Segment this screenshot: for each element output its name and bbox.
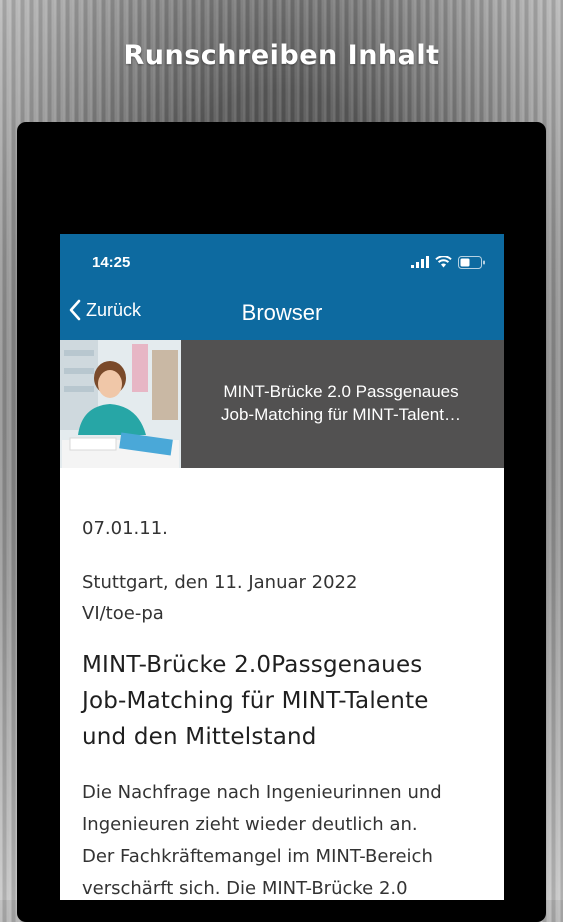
body-line: verschärft sich. Die MINT-Brücke 2.0 — [82, 878, 408, 899]
navigation-bar: Zurück Browser — [60, 284, 504, 340]
body-line: Die Nachfrage nach Ingenieurinnen und — [82, 782, 442, 803]
heading-line: MINT-Brücke 2.0Passgenaues — [82, 652, 423, 678]
article-thumbnail — [60, 340, 181, 468]
place-date: Stuttgart, den 11. Januar 2022 — [82, 572, 358, 593]
article-body: Die Nachfrage nach Ingenieurinnen und In… — [82, 777, 492, 900]
article-date: 07.01.11. — [82, 518, 168, 539]
signal-icon — [411, 256, 429, 268]
article-heading: MINT-Brücke 2.0Passgenaues Job-Matching … — [82, 647, 492, 755]
article-header-title: MINT-Brücke 2.0 Passgenaues Job-Matching… — [188, 380, 494, 426]
heading-line: und den Mittelstand — [82, 724, 317, 750]
heading-line: Job-Matching für MINT-Talente — [82, 688, 429, 714]
article-meta: Stuttgart, den 11. Januar 2022 VI/toe-pa — [82, 567, 492, 629]
battery-icon — [458, 255, 485, 269]
wifi-icon — [435, 256, 452, 268]
banner-title: Runschreiben Inhalt — [123, 40, 440, 71]
body-line: Ingenieuren zieht wieder deutlich an. — [82, 814, 418, 835]
article-header: MINT-Brücke 2.0 Passgenaues Job-Matching… — [60, 340, 504, 468]
app-screen: 14:25 Zurück Browser MINT-Brücke 2.0 Pas… — [60, 234, 504, 900]
body-line: Der Fachkräftemangel im MINT-Bereich — [82, 846, 433, 867]
reference: VI/toe-pa — [82, 603, 164, 624]
status-time: 14:25 — [92, 254, 131, 271]
status-icons — [411, 255, 486, 269]
article-header-title-line: MINT-Brücke 2.0 Passgenaues — [223, 382, 459, 401]
status-bar: 14:25 — [60, 234, 504, 284]
article-content: 07.01.11. Stuttgart, den 11. Januar 2022… — [82, 468, 492, 900]
article-header-title-line: Job-Matching für MINT-Talent… — [221, 405, 461, 424]
page-title: Browser — [241, 300, 323, 325]
